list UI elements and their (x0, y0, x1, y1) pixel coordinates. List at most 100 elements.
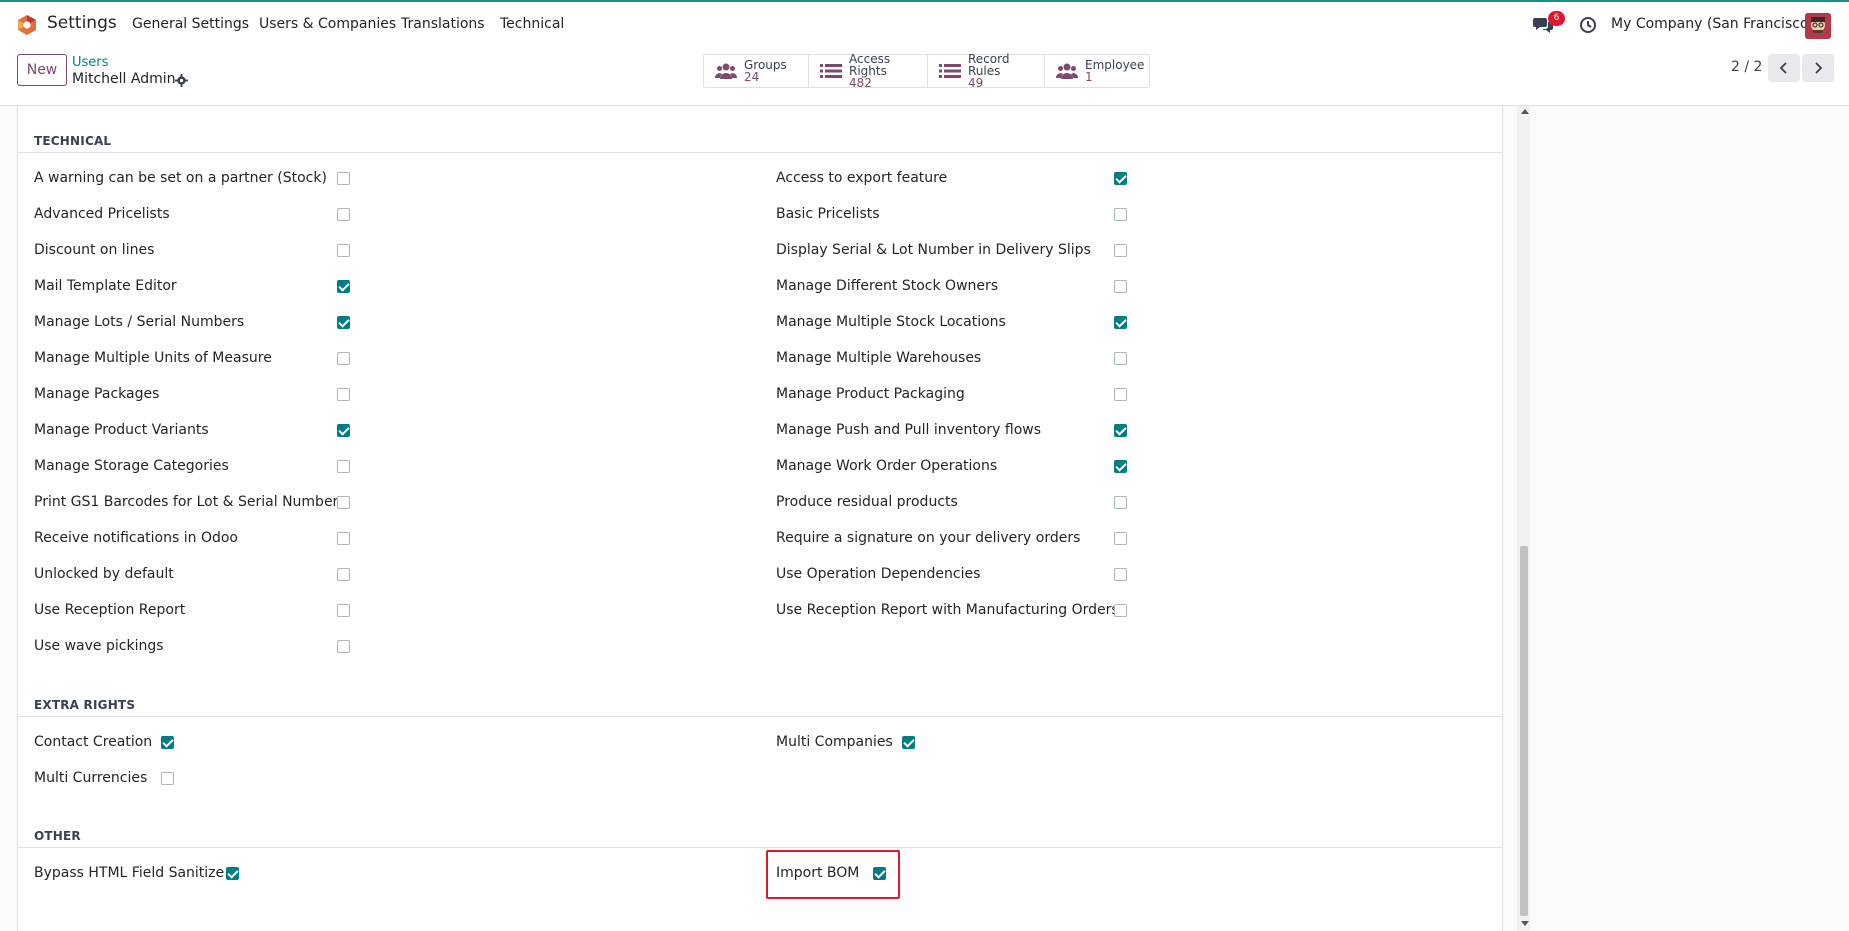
field-label-access-to-export-feature[interactable]: Access to export feature (776, 170, 947, 186)
field-label-manage-lots-serial-numbers[interactable]: Manage Lots / Serial Numbers (34, 314, 244, 330)
menu-technical[interactable]: Technical (500, 16, 564, 32)
smart-button-value: 24 (744, 70, 760, 84)
section-divider (17, 847, 1503, 848)
menu-users-companies[interactable]: Users & Companies (259, 16, 396, 32)
smart-button-label: Record Rules (968, 52, 1010, 78)
breadcrumb-users[interactable]: Users (72, 55, 108, 70)
users-icon (1056, 63, 1078, 79)
app-name[interactable]: Settings (47, 13, 117, 33)
smart-button-groups[interactable]: Groups 24 (704, 55, 809, 87)
menu-translations[interactable]: Translations (401, 16, 485, 32)
checkbox-produce-residual-products[interactable] (1114, 496, 1127, 509)
scroll-down-arrow-icon[interactable] (1521, 921, 1529, 926)
record-name: Mitchell Admin (72, 71, 176, 87)
checkbox-manage-push-and-pull-inventory-flows[interactable] (1114, 424, 1127, 437)
smart-button-record-rules[interactable]: Record Rules 49 (928, 52, 1045, 90)
field-label-multi-currencies[interactable]: Multi Currencies (34, 770, 147, 786)
checkbox-require-a-signature-on-your-delivery-orders[interactable] (1114, 532, 1127, 545)
checkbox-basic-pricelists[interactable] (1114, 208, 1127, 221)
field-label-print-gs1-barcodes-for-lot-and-serial-numbers[interactable]: Print GS1 Barcodes for Lot & Serial Numb… (34, 494, 346, 510)
field-label-manage-storage-categories[interactable]: Manage Storage Categories (34, 458, 229, 474)
field-label-manage-product-variants[interactable]: Manage Product Variants (34, 422, 209, 438)
activities-button[interactable] (1579, 16, 1597, 34)
checkbox-use-wave-pickings[interactable] (337, 640, 350, 653)
checkbox-manage-multiple-units-of-measure[interactable] (337, 352, 350, 365)
checkbox-manage-multiple-stock-locations[interactable] (1114, 316, 1127, 329)
checkbox-receive-notifications-in-odoo[interactable] (337, 532, 350, 545)
scrollbar-thumb[interactable] (1520, 546, 1528, 916)
checkbox-manage-multiple-warehouses[interactable] (1114, 352, 1127, 365)
pager-value[interactable]: 2 / 2 (1731, 59, 1762, 75)
smart-button-employee[interactable]: Employee 1 (1045, 55, 1149, 87)
checkbox-display-serial-and-lot-number-in-delivery-slips[interactable] (1114, 244, 1127, 257)
field-label-use-operation-dependencies[interactable]: Use Operation Dependencies (776, 566, 980, 582)
checkbox-manage-product-variants[interactable] (337, 424, 350, 437)
smart-buttons: Groups 24 Access Rights 482 Record Rules… (703, 52, 1150, 90)
checkbox-bypass-html-field-sanitize[interactable] (226, 867, 239, 880)
section-divider (17, 152, 1503, 153)
field-label-manage-different-stock-owners[interactable]: Manage Different Stock Owners (776, 278, 998, 294)
field-label-a-warning-can-be-set-on-a-partner-stock[interactable]: A warning can be set on a partner (Stock… (34, 170, 327, 186)
checkbox-multi-companies[interactable] (902, 736, 915, 749)
field-label-produce-residual-products[interactable]: Produce residual products (776, 494, 958, 510)
field-label-use-wave-pickings[interactable]: Use wave pickings (34, 638, 164, 654)
checkbox-advanced-pricelists[interactable] (337, 208, 350, 221)
company-switcher[interactable]: My Company (San Francisco) (1611, 16, 1814, 32)
field-label-manage-push-and-pull-inventory-flows[interactable]: Manage Push and Pull inventory flows (776, 422, 1041, 438)
field-label-manage-multiple-stock-locations[interactable]: Manage Multiple Stock Locations (776, 314, 1006, 330)
checkbox-manage-different-stock-owners[interactable] (1114, 280, 1127, 293)
checkbox-unlocked-by-default[interactable] (337, 568, 350, 581)
checkbox-mail-template-editor[interactable] (337, 280, 350, 293)
odoo-logo-icon[interactable] (16, 14, 38, 36)
field-label-manage-work-order-operations[interactable]: Manage Work Order Operations (776, 458, 997, 474)
smart-button-value: 482 (849, 76, 872, 90)
smart-button-value: 49 (968, 76, 984, 90)
field-label-unlocked-by-default[interactable]: Unlocked by default (34, 566, 174, 582)
checkbox-multi-currencies[interactable] (161, 772, 174, 785)
field-label-bypass-html-field-sanitize[interactable]: Bypass HTML Field Sanitize (34, 865, 224, 881)
checkbox-discount-on-lines[interactable] (337, 244, 350, 257)
field-label-manage-packages[interactable]: Manage Packages (34, 386, 159, 402)
field-label-advanced-pricelists[interactable]: Advanced Pricelists (34, 206, 170, 222)
menu-general-settings[interactable]: General Settings (132, 16, 249, 32)
checkbox-manage-work-order-operations[interactable] (1114, 460, 1127, 473)
section-title-other: OTHER (34, 829, 81, 843)
field-label-receive-notifications-in-odoo[interactable]: Receive notifications in Odoo (34, 530, 238, 546)
checkbox-manage-product-packaging[interactable] (1114, 388, 1127, 401)
highlight-box (766, 850, 900, 899)
checkbox-use-reception-report[interactable] (337, 604, 350, 617)
new-button[interactable]: New (17, 54, 67, 86)
field-label-basic-pricelists[interactable]: Basic Pricelists (776, 206, 880, 222)
field-label-manage-multiple-warehouses[interactable]: Manage Multiple Warehouses (776, 350, 981, 366)
checkbox-a-warning-can-be-set-on-a-partner-stock[interactable] (337, 172, 350, 185)
smart-button-label: Access Rights (849, 52, 891, 78)
field-label-manage-multiple-units-of-measure[interactable]: Manage Multiple Units of Measure (34, 350, 272, 366)
field-label-display-serial-and-lot-number-in-delivery-slips[interactable]: Display Serial & Lot Number in Delivery … (776, 242, 1091, 258)
checkbox-contact-creation[interactable] (161, 736, 174, 749)
messages-badge: 6 (1548, 11, 1565, 26)
field-label-discount-on-lines[interactable]: Discount on lines (34, 242, 154, 258)
field-label-multi-companies[interactable]: Multi Companies (776, 734, 893, 750)
field-label-mail-template-editor[interactable]: Mail Template Editor (34, 278, 177, 294)
control-panel: New Users Mitchell Admin Groups 24 Acces… (0, 46, 1849, 106)
checkbox-manage-packages[interactable] (337, 388, 350, 401)
user-avatar[interactable] (1805, 13, 1831, 39)
scroll-up-arrow-icon[interactable] (1521, 109, 1529, 114)
gear-icon[interactable] (175, 74, 188, 87)
pager-next-button[interactable] (1802, 54, 1834, 82)
field-label-use-reception-report[interactable]: Use Reception Report (34, 602, 185, 618)
field-label-contact-creation[interactable]: Contact Creation (34, 734, 152, 750)
field-label-manage-product-packaging[interactable]: Manage Product Packaging (776, 386, 965, 402)
checkbox-manage-storage-categories[interactable] (337, 460, 350, 473)
pager-previous-button[interactable] (1768, 54, 1800, 82)
checkbox-print-gs1-barcodes-for-lot-and-serial-numbers[interactable] (337, 496, 350, 509)
checkbox-access-to-export-feature[interactable] (1114, 172, 1127, 185)
chevron-right-icon (1815, 62, 1823, 74)
checkbox-use-operation-dependencies[interactable] (1114, 568, 1127, 581)
checkbox-manage-lots-serial-numbers[interactable] (337, 316, 350, 329)
field-label-require-a-signature-on-your-delivery-orders[interactable]: Require a signature on your delivery ord… (776, 530, 1080, 546)
list-icon (820, 64, 842, 78)
checkbox-use-reception-report-with-manufacturing-orders[interactable] (1114, 604, 1127, 617)
smart-button-access-rights[interactable]: Access Rights 482 (809, 52, 928, 90)
field-label-use-reception-report-with-manufacturing-orders[interactable]: Use Reception Report with Manufacturing … (776, 602, 1119, 618)
